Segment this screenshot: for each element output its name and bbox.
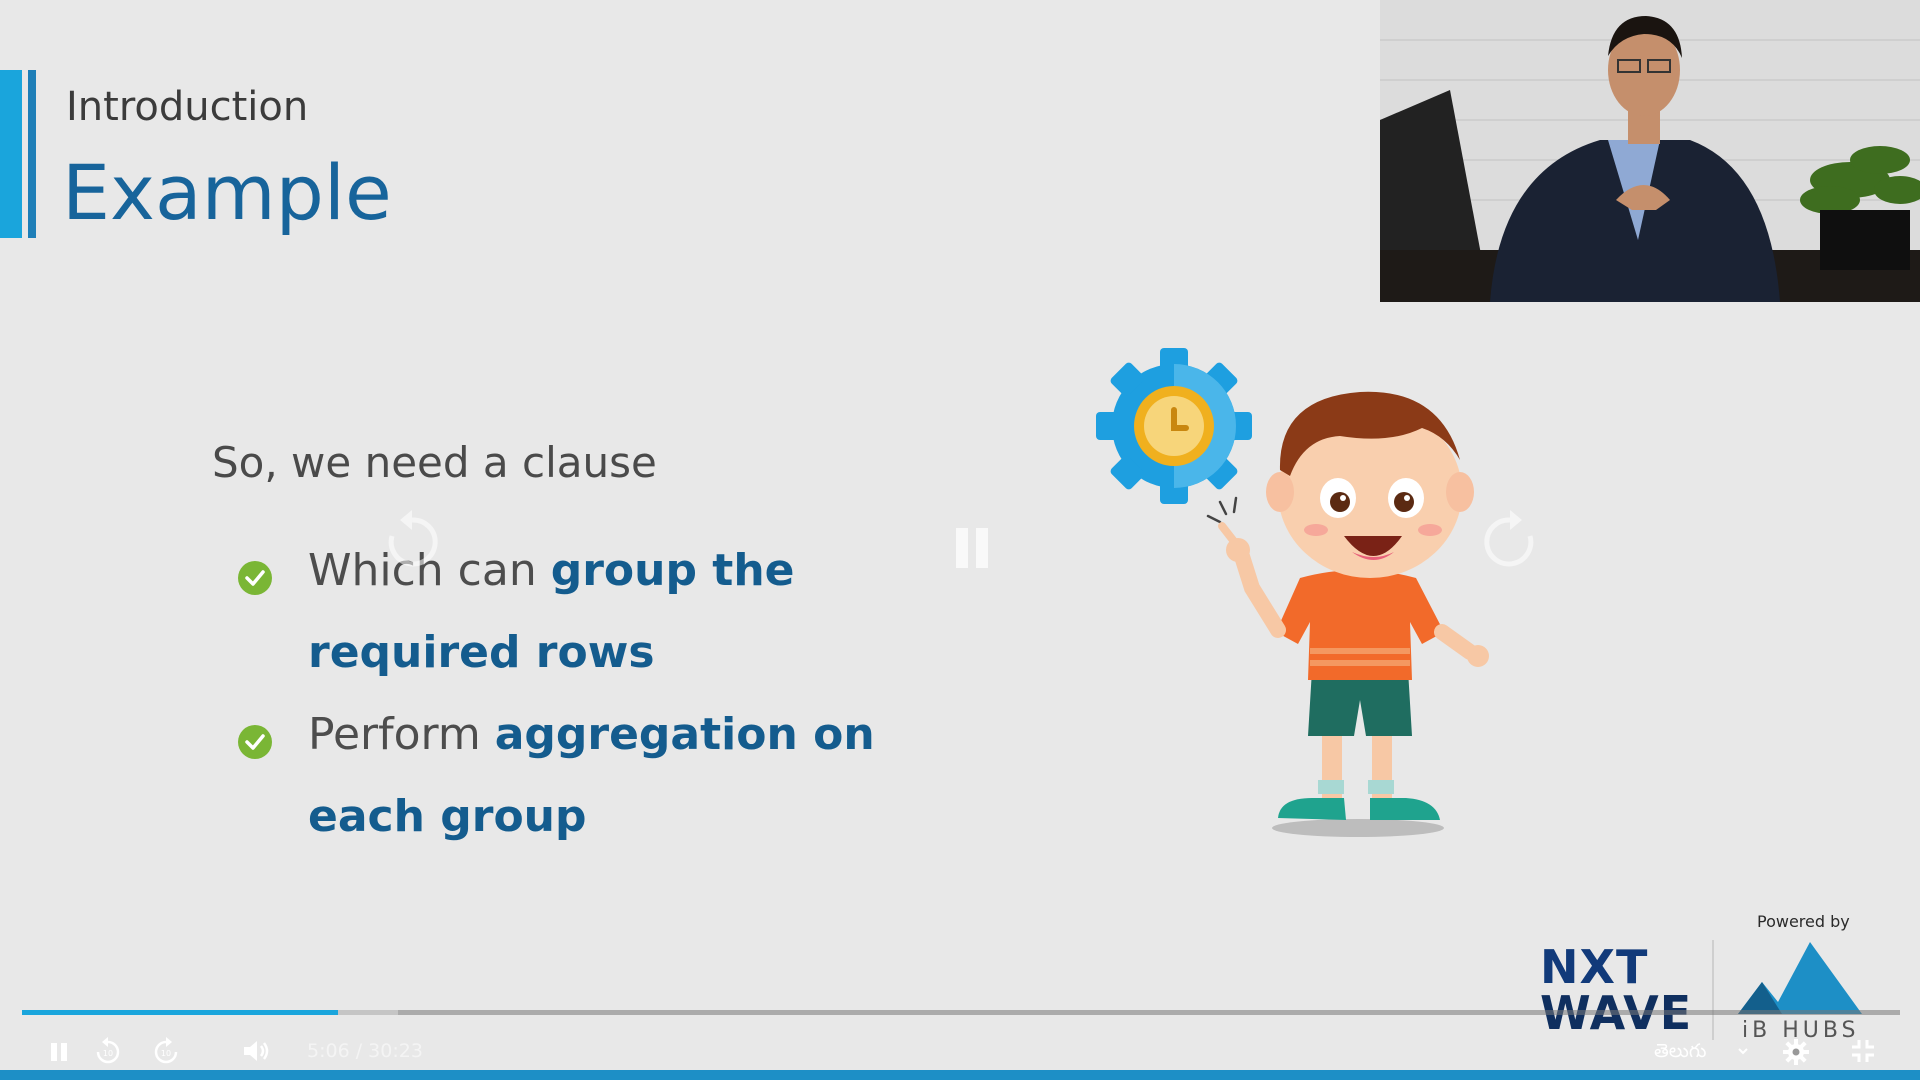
progress-played [22, 1010, 338, 1015]
language-selector[interactable]: తెలుగు [1654, 1040, 1706, 1067]
gear-clock-icon [1096, 348, 1252, 504]
volume-icon[interactable] [242, 1038, 272, 1064]
time-separator: / [355, 1040, 363, 1062]
nxtwave-logo-line1: NXT [1540, 940, 1649, 994]
rewind-10-icon[interactable]: 10 [94, 1037, 122, 1065]
check-icon [238, 725, 272, 759]
forward-10-icon[interactable]: 10 [152, 1037, 180, 1065]
ibhubs-mountain-logo [1738, 942, 1862, 1014]
lead-text: So, we need a clause [212, 438, 657, 487]
instructor-video-frame [1380, 0, 1920, 302]
instructor-webcam [1380, 0, 1920, 302]
section-label: Introduction [66, 84, 309, 130]
bottom-accent-strip [0, 1070, 1920, 1080]
chevron-down-icon[interactable] [1736, 1044, 1750, 1058]
progress-bar[interactable] [22, 1010, 1900, 1015]
pause-icon[interactable] [48, 1041, 70, 1063]
forward-10-overlay-icon[interactable] [1482, 508, 1538, 572]
bullet-text: Perform [308, 709, 495, 760]
duration: 30:23 [368, 1040, 423, 1062]
exit-fullscreen-icon[interactable] [1850, 1038, 1876, 1064]
gear-icon[interactable] [1782, 1038, 1810, 1066]
time-display: 5:06 / 30:23 [307, 1040, 423, 1062]
accent-bar [0, 70, 22, 238]
powered-by-label: Powered by [1757, 912, 1850, 931]
current-time: 5:06 [307, 1040, 350, 1062]
rewind-10-overlay-icon[interactable] [384, 508, 440, 572]
pause-overlay-icon[interactable] [952, 526, 992, 570]
accent-bar-thin [28, 70, 36, 238]
check-icon [238, 561, 272, 595]
slide-title: Example [62, 148, 392, 237]
rewind-seconds: 10 [103, 1049, 113, 1058]
cartoon-boy-illustration [1096, 348, 1489, 837]
forward-seconds: 10 [161, 1049, 171, 1058]
bullet-item: Perform aggregation on each group [308, 694, 908, 858]
